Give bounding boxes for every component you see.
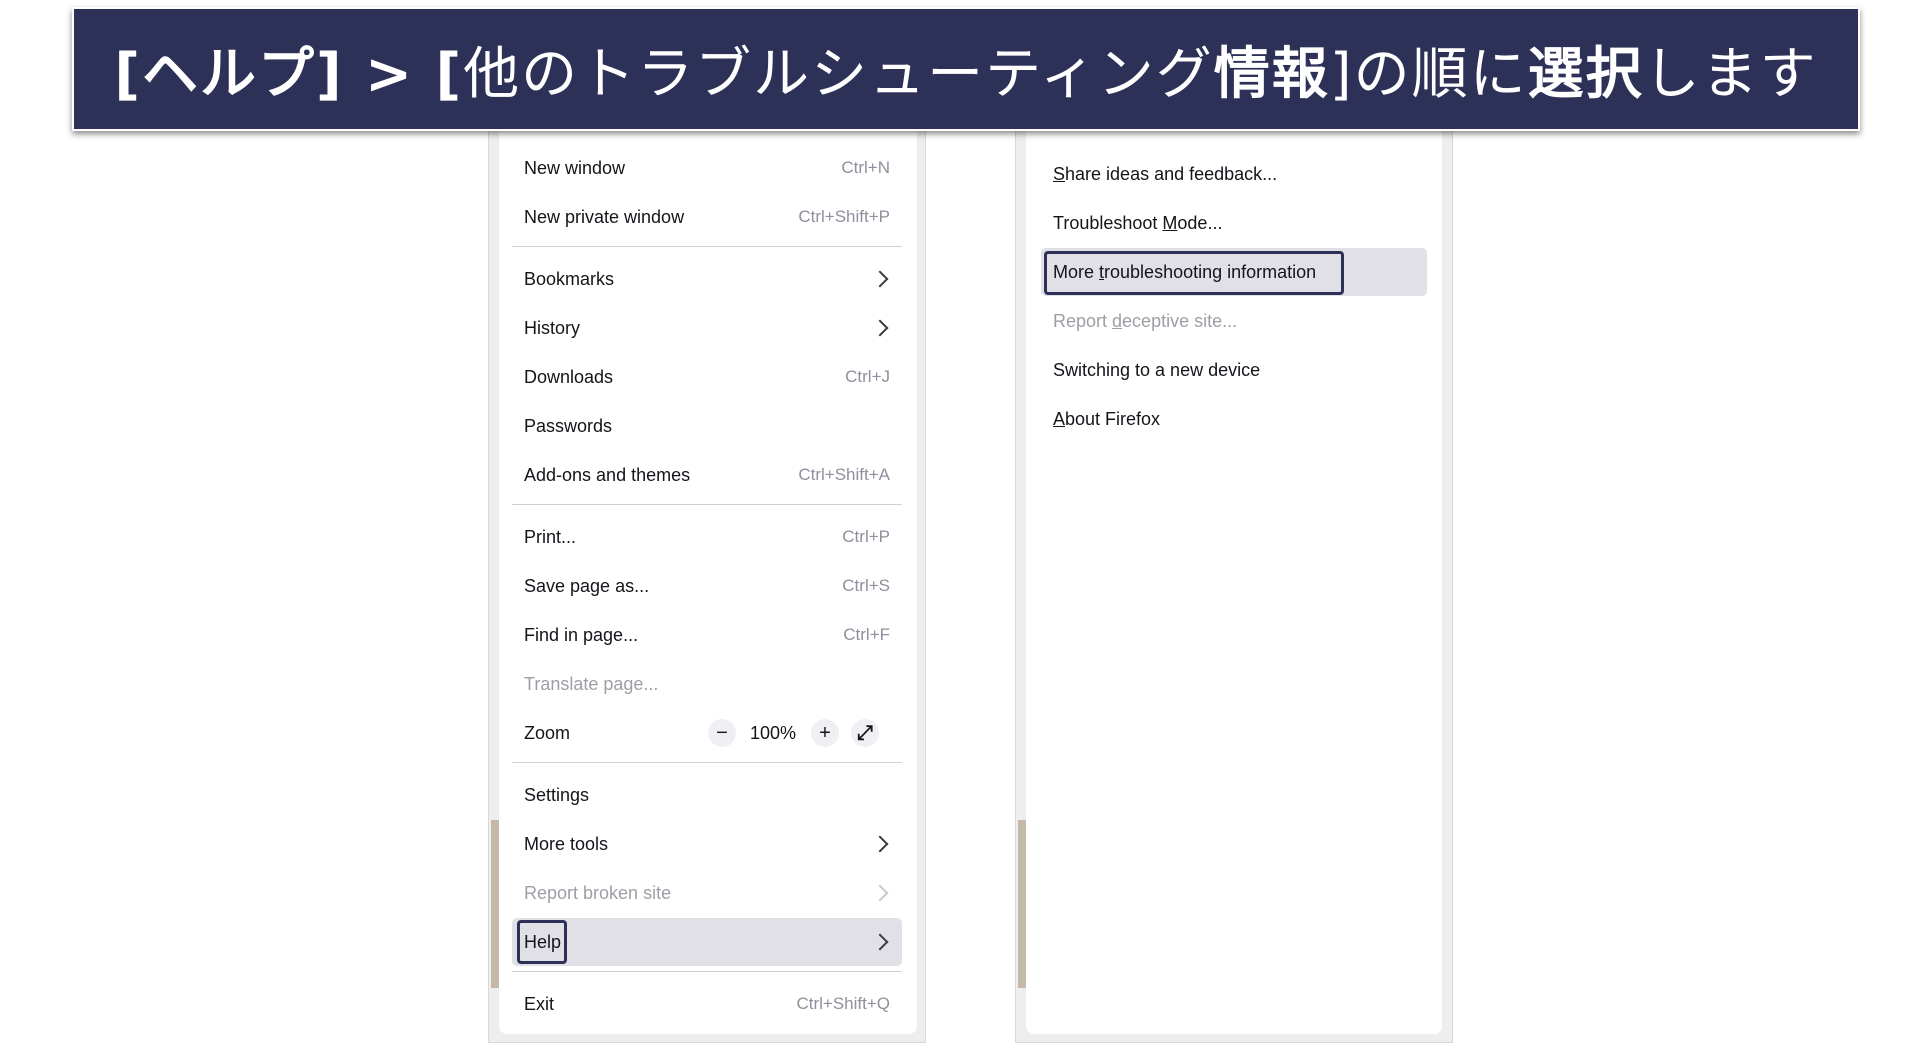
instruction-part: ]の順に — [1329, 41, 1528, 107]
menu-item-translate-page: Translate page... — [512, 660, 902, 708]
help-menu: Share ideas and feedback... Troubleshoot… — [1026, 128, 1442, 1034]
menu-item-shortcut: Ctrl+S — [842, 576, 890, 595]
instruction-text: [ヘルプ] > [他のトラブルシューティング情報]の順に選択します — [114, 29, 1817, 110]
menu-item-find-in-page[interactable]: Find in page... Ctrl+F — [512, 611, 902, 659]
menu-item-addons[interactable]: Add-ons and themes Ctrl+Shift+A — [512, 451, 902, 499]
menu-item-passwords[interactable]: Passwords — [512, 402, 902, 450]
menu-item-label: Print... — [524, 526, 577, 547]
main-menu: New window Ctrl+N New private window Ctr… — [499, 128, 917, 1034]
zoom-level-button[interactable]: 100% — [741, 719, 805, 747]
menu-item-new-window[interactable]: New window Ctrl+N — [512, 144, 902, 192]
menu-item-label: History — [524, 317, 581, 338]
menu-item-label: More tools — [524, 833, 609, 854]
background-strip — [1018, 820, 1026, 988]
background-strip — [491, 820, 499, 988]
zoom-level: 100% — [749, 722, 797, 743]
menu-item-share-ideas[interactable]: Share ideas and feedback... — [1041, 150, 1427, 198]
fullscreen-icon: ⤢ — [851, 719, 879, 747]
menu-divider — [512, 504, 902, 505]
menu-item-switching-device[interactable]: Switching to a new device — [1041, 346, 1427, 394]
menu-item-bookmarks[interactable]: Bookmarks — [512, 255, 902, 303]
menu-item-label: Save page as... — [524, 575, 650, 596]
menu-item-history[interactable]: History — [512, 304, 902, 352]
instruction-part: [ヘルプ] > [ — [114, 41, 464, 107]
chevron-right-icon — [871, 884, 889, 902]
menu-item-label: Switching to a new device — [1053, 359, 1261, 380]
menu-item-label: Share ideas and feedback... — [1053, 164, 1277, 185]
menu-item-shortcut: Ctrl+Shift+A — [798, 465, 890, 484]
menu-item-save-page[interactable]: Save page as... Ctrl+S — [512, 562, 902, 610]
accesskey: d — [1112, 310, 1123, 331]
zoom-in-button[interactable]: + — [811, 719, 839, 747]
accesskey: M — [1162, 212, 1178, 233]
menu-item-downloads[interactable]: Downloads Ctrl+J — [512, 353, 902, 401]
menu-item-label: Translate page... — [524, 673, 659, 694]
menu-item-new-private-window[interactable]: New private window Ctrl+Shift+P — [512, 193, 902, 241]
instruction-part: 選択 — [1527, 41, 1644, 107]
menu-item-report-broken-site: Report broken site — [512, 869, 902, 917]
menu-item-label: Troubleshoot Mode... — [1053, 213, 1222, 234]
zoom-in-icon: + — [811, 719, 839, 747]
menu-item-label: About Firefox — [1053, 409, 1160, 430]
label-text: ode... — [1177, 212, 1223, 233]
chevron-right-icon — [871, 933, 889, 951]
instruction-banner: [ヘルプ] > [他のトラブルシューティング情報]の順に選択します — [72, 7, 1860, 131]
more-troubleshooting-highlight-box — [1044, 251, 1344, 295]
label-text: Report — [1053, 310, 1113, 331]
chevron-right-icon — [871, 835, 889, 853]
zoom-out-button[interactable]: − — [708, 719, 736, 747]
menu-item-about-firefox[interactable]: About Firefox — [1041, 395, 1427, 443]
menu-divider — [512, 246, 902, 247]
chevron-right-icon — [871, 270, 889, 288]
menu-item-label: Exit — [524, 993, 555, 1014]
menu-item-settings[interactable]: Settings — [512, 771, 902, 819]
chevron-right-icon — [871, 319, 889, 337]
menu-item-shortcut: Ctrl+P — [842, 527, 890, 546]
menu-item-troubleshoot-mode[interactable]: Troubleshoot Mode... — [1041, 199, 1427, 247]
menu-item-label: New window — [524, 157, 626, 178]
menu-item-shortcut: Ctrl+Shift+P — [798, 207, 890, 226]
accesskey: A — [1053, 408, 1066, 429]
accesskey: S — [1053, 163, 1066, 184]
menu-item-shortcut: Ctrl+F — [843, 625, 890, 644]
label-text: eceptive site... — [1122, 310, 1238, 331]
menu-divider — [512, 762, 902, 763]
help-highlight-box — [517, 920, 567, 964]
menu-item-label: Report deceptive site... — [1053, 311, 1237, 332]
menu-item-report-deceptive: Report deceptive site... — [1041, 297, 1427, 345]
menu-item-label: Downloads — [524, 366, 614, 387]
menu-item-shortcut: Ctrl+Shift+Q — [796, 994, 890, 1013]
menu-item-label: Report broken site — [524, 882, 672, 903]
instruction-part: します — [1643, 41, 1818, 107]
menu-item-shortcut: Ctrl+N — [841, 158, 890, 177]
menu-item-shortcut: Ctrl+J — [845, 367, 890, 386]
menu-item-label: Bookmarks — [524, 268, 615, 289]
instruction-part: 他のトラブルシューティング — [463, 41, 1214, 107]
menu-item-label: Find in page... — [524, 624, 639, 645]
menu-divider — [512, 971, 902, 972]
menu-item-help[interactable]: Help — [512, 918, 902, 966]
menu-item-zoom: Zoom — [512, 709, 902, 757]
label-text: Troubleshoot — [1053, 212, 1163, 233]
fullscreen-button[interactable]: ⤢ — [851, 719, 879, 747]
menu-item-label: New private window — [524, 206, 685, 227]
zoom-out-icon: − — [708, 719, 736, 747]
menu-item-label: Passwords — [524, 415, 613, 436]
menu-item-label: Zoom — [524, 722, 571, 743]
menu-item-exit[interactable]: Exit Ctrl+Shift+Q — [512, 980, 902, 1028]
menu-item-more-tools[interactable]: More tools — [512, 820, 902, 868]
menu-item-label: Settings — [524, 784, 590, 805]
instruction-part: 情報 — [1213, 41, 1330, 107]
menu-item-label: Add-ons and themes — [524, 464, 691, 485]
menu-item-print[interactable]: Print... Ctrl+P — [512, 513, 902, 561]
label-text: hare ideas and feedback... — [1065, 163, 1278, 184]
label-text: bout Firefox — [1065, 408, 1161, 429]
